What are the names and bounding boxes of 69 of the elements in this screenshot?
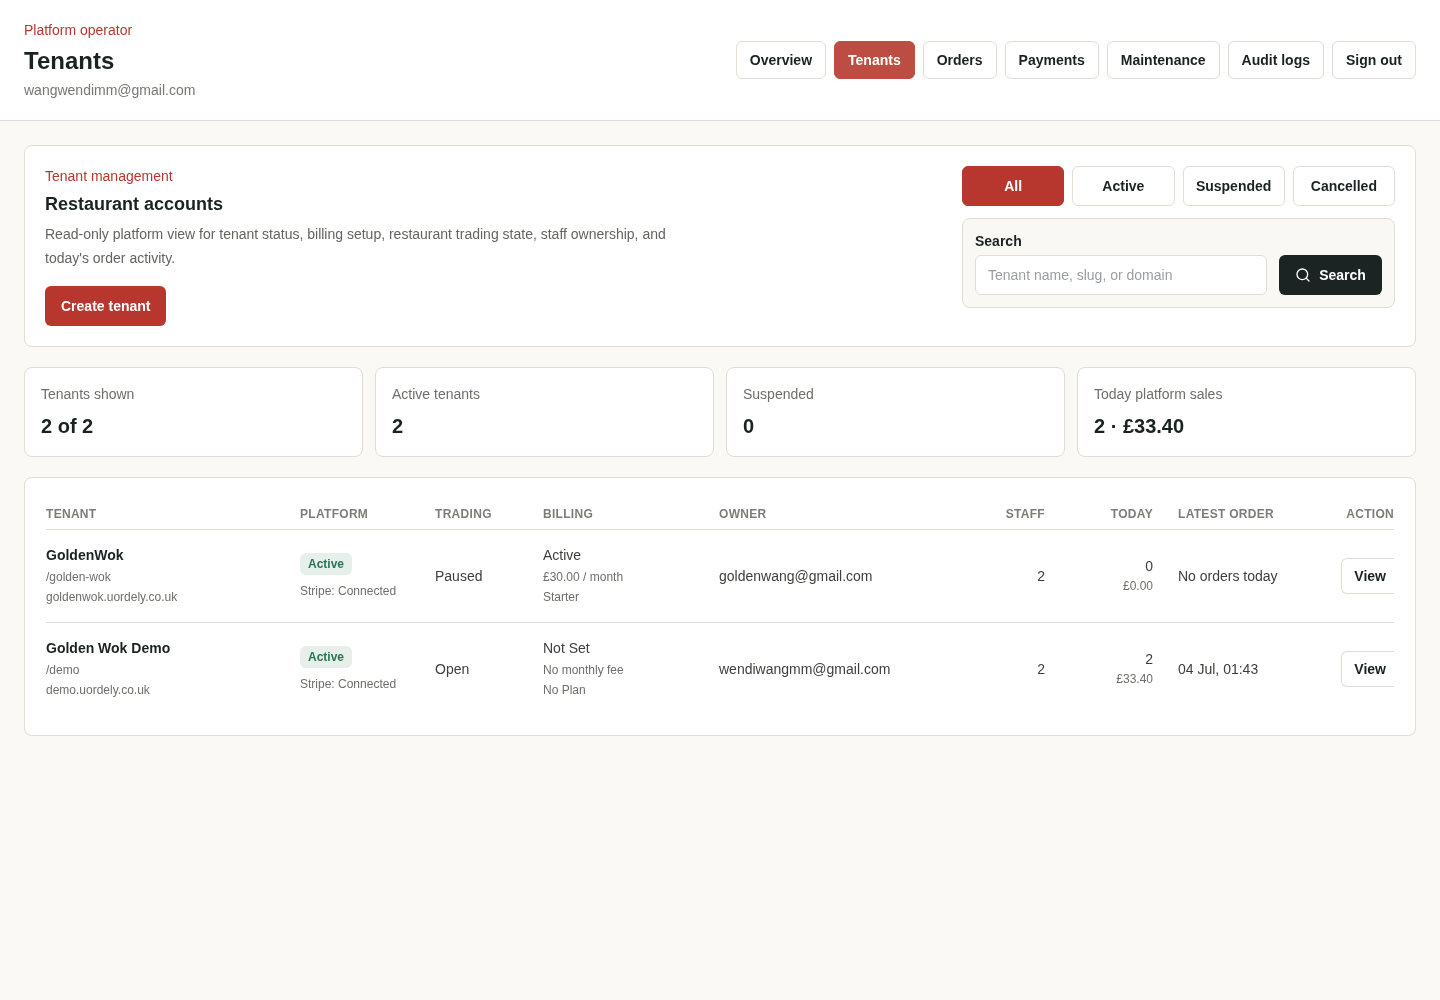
status-badge: Active bbox=[300, 646, 353, 668]
stat-label: Active tenants bbox=[392, 385, 481, 404]
billing-status: Not Set bbox=[543, 639, 591, 658]
section-eyebrow: Tenant management bbox=[45, 167, 173, 186]
view-button[interactable]: View bbox=[1341, 558, 1394, 594]
search-field[interactable]: Tenant name, slug, or domain bbox=[975, 255, 1267, 295]
status-badge: Active bbox=[300, 553, 353, 575]
billing-plan: Starter bbox=[543, 589, 580, 606]
billing-fee: No monthly fee bbox=[543, 662, 625, 679]
nav-button[interactable]: Maintenance bbox=[1106, 41, 1220, 79]
staff-count: 2 bbox=[1037, 660, 1045, 679]
view-button[interactable]: View bbox=[1341, 651, 1394, 687]
filter-tab[interactable]: Suspended bbox=[1182, 166, 1285, 206]
nav-button[interactable]: Audit logs bbox=[1227, 41, 1324, 79]
column-header: PLATFORM bbox=[300, 505, 370, 522]
billing-plan: No Plan bbox=[543, 682, 587, 699]
section-title: Restaurant accounts bbox=[45, 193, 224, 216]
staff-count: 2 bbox=[1037, 567, 1045, 586]
filter-tab[interactable]: Active bbox=[1072, 166, 1175, 206]
section-description: Read-only platform view for tenant status, billing setup, restaurant trading state, staff ownership, and today's order activity. bbox=[45, 225, 667, 268]
trading-state: Open bbox=[435, 660, 470, 679]
column-header: TENANT bbox=[46, 505, 98, 522]
stripe-status: Stripe: Connected bbox=[300, 583, 397, 599]
stat-value: 2 · £33.40 bbox=[1094, 414, 1186, 439]
today-orders: 2 bbox=[1145, 650, 1153, 669]
column-header: BILLING bbox=[543, 505, 595, 522]
tenant-domain: goldenwok.uordely.co.uk bbox=[46, 589, 179, 606]
latest-order: 04 Jul, 01:43 bbox=[1178, 660, 1259, 679]
stat-label: Tenants shown bbox=[41, 385, 136, 404]
stat-label: Suspended bbox=[743, 385, 815, 404]
column-header: OWNER bbox=[719, 505, 768, 522]
today-sales: £33.40 bbox=[1116, 671, 1153, 688]
search-icon bbox=[1295, 267, 1312, 283]
owner-email: wendiwangmm@gmail.com bbox=[719, 660, 891, 679]
filter-tab[interactable]: Cancelled bbox=[1292, 166, 1395, 206]
create-tenant-button[interactable]: Create tenant bbox=[45, 286, 167, 326]
stat-value: 2 of 2 bbox=[41, 414, 95, 439]
tenant-slug: /golden-wok bbox=[46, 569, 112, 586]
nav-button[interactable]: Overview bbox=[735, 41, 827, 79]
header-eyebrow: Platform operator bbox=[24, 21, 134, 40]
nav-button[interactable]: Tenants bbox=[834, 41, 915, 79]
column-header: ACTION bbox=[1345, 505, 1394, 522]
search-label: Search bbox=[975, 232, 1023, 251]
tenant-domain: demo.uordely.co.uk bbox=[46, 682, 151, 699]
nav-button[interactable]: Orders bbox=[922, 41, 997, 79]
stat-label: Today platform sales bbox=[1094, 385, 1224, 404]
owner-email: goldenwang@gmail.com bbox=[719, 567, 873, 586]
today-orders: 0 bbox=[1145, 557, 1153, 576]
column-header: LATEST ORDER bbox=[1177, 505, 1276, 522]
tenant-name: GoldenWok bbox=[46, 546, 125, 565]
billing-fee: £30.00 / month bbox=[543, 569, 625, 586]
today-sales: £0.00 bbox=[1122, 578, 1153, 595]
column-header: STAFF bbox=[1004, 505, 1045, 522]
latest-order: No orders today bbox=[1178, 567, 1278, 586]
user-email: wangwendimm@gmail.com bbox=[24, 81, 196, 100]
search-button[interactable]: Search bbox=[1279, 255, 1382, 295]
nav-button[interactable]: Payments bbox=[1004, 41, 1099, 79]
column-header: TRADING bbox=[435, 505, 493, 522]
trading-state: Paused bbox=[435, 567, 483, 586]
billing-status: Active bbox=[543, 546, 583, 565]
page-title: Tenants bbox=[24, 46, 116, 76]
stripe-status: Stripe: Connected bbox=[300, 676, 397, 692]
tenant-name: Golden Wok Demo bbox=[46, 639, 172, 658]
tenant-slug: /demo bbox=[46, 662, 81, 679]
stat-value: 0 bbox=[743, 414, 756, 439]
stat-value: 2 bbox=[392, 414, 405, 439]
nav-button[interactable]: Sign out bbox=[1332, 41, 1416, 79]
column-header: TODAY bbox=[1109, 505, 1153, 522]
filter-tab[interactable]: All bbox=[962, 166, 1065, 206]
